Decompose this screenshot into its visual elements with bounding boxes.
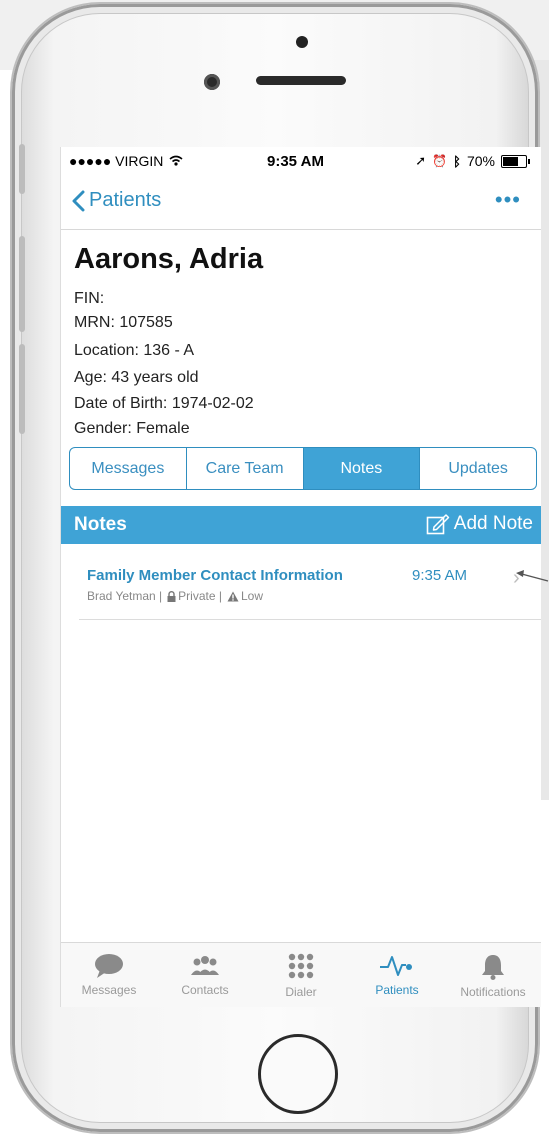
- tabbar-contacts[interactable]: Contacts: [157, 943, 253, 1007]
- mute-switch: [19, 144, 25, 194]
- carrier-signal: ●●●●● VIRGIN: [69, 153, 183, 169]
- phone-frame: ●●●●● VIRGIN 9:35 AM ➚ ⏰ ᛒ 70% Patients …: [12, 4, 541, 1132]
- compose-icon: [426, 514, 450, 535]
- annotation-arrow-icon: [516, 570, 549, 582]
- tabbar-label: Contacts: [181, 983, 229, 997]
- tabbar-dialer[interactable]: Dialer: [253, 943, 349, 1007]
- add-note-label: Add Note: [453, 513, 533, 534]
- tabbar-label: Patients: [375, 983, 419, 997]
- tabbar-label: Messages: [81, 983, 137, 997]
- tabbar-patients[interactable]: Patients: [349, 943, 445, 1007]
- navigation-bar: Patients •••: [61, 177, 541, 230]
- patient-gender: Gender: Female: [74, 420, 190, 437]
- back-label: Patients: [89, 189, 162, 211]
- status-bar: ●●●●● VIRGIN 9:35 AM ➚ ⏰ ᛒ 70%: [61, 147, 541, 175]
- chat-bubble-icon: [95, 954, 123, 978]
- more-options-button[interactable]: •••: [495, 187, 521, 213]
- note-priority: Low: [240, 589, 263, 603]
- keypad-icon: [288, 953, 314, 979]
- note-privacy: Private |: [178, 589, 222, 603]
- note-title: Family Member Contact Information: [87, 567, 343, 584]
- warning-icon: [227, 591, 239, 601]
- battery-percent: 70%: [466, 153, 495, 169]
- patient-tabs: Messages Care Team Notes Updates: [69, 447, 537, 490]
- home-button[interactable]: [258, 1034, 338, 1114]
- tab-notes[interactable]: Notes: [303, 448, 421, 489]
- note-time: 9:35 AM: [412, 567, 468, 584]
- notes-section-title: Notes: [74, 514, 127, 535]
- add-note-button[interactable]: Add Note: [426, 513, 533, 535]
- patient-name: Aarons, Adria: [74, 243, 264, 275]
- app-screen: ●●●●● VIRGIN 9:35 AM ➚ ⏰ ᛒ 70% Patients …: [60, 147, 541, 1007]
- heartbeat-icon: [380, 956, 412, 976]
- patient-age: Age: 43 years old: [74, 369, 199, 386]
- patient-mrn: MRN: 107585: [74, 314, 173, 331]
- tabbar-label: Notifications: [460, 985, 526, 999]
- earpiece-speaker: [256, 76, 346, 85]
- proximity-sensor: [296, 36, 308, 48]
- bell-icon: [482, 955, 504, 980]
- people-icon: [191, 956, 219, 975]
- bluetooth-icon: ᛒ: [453, 153, 461, 169]
- tab-messages[interactable]: Messages: [70, 448, 187, 489]
- status-time: 9:35 AM: [267, 153, 324, 170]
- volume-up-button: [19, 236, 25, 332]
- note-list-item[interactable]: Family Member Contact Information Brad Y…: [79, 557, 541, 620]
- bottom-tab-bar: Messages Contacts Dialer Patients Notifi…: [61, 942, 541, 1007]
- back-button[interactable]: Patients: [71, 189, 161, 212]
- location-arrow-icon: ➚: [415, 153, 427, 168]
- patient-location: Location: 136 - A: [74, 342, 195, 359]
- volume-down-button: [19, 344, 25, 434]
- tabbar-notifications[interactable]: Notifications: [445, 943, 541, 1007]
- patient-dob: Date of Birth: 1974-02-02: [74, 395, 254, 412]
- tab-care-team[interactable]: Care Team: [187, 448, 304, 489]
- notes-header: Notes Add Note: [61, 506, 541, 544]
- wifi-icon: [169, 155, 183, 166]
- carrier-label: ●●●●● VIRGIN: [69, 153, 164, 169]
- lock-icon: [167, 590, 176, 602]
- status-indicators: ➚ ⏰ ᛒ 70%: [415, 153, 530, 169]
- patient-fin: FIN:: [74, 290, 105, 307]
- note-author: Brad Yetman |: [87, 589, 163, 603]
- tabbar-messages[interactable]: Messages: [61, 943, 157, 1007]
- alarm-icon: ⏰: [432, 154, 448, 168]
- battery-icon: [501, 154, 530, 168]
- tabbar-label: Dialer: [285, 985, 317, 999]
- chevron-left-icon: [72, 190, 85, 211]
- front-camera: [204, 74, 220, 90]
- tab-updates[interactable]: Updates: [420, 448, 536, 489]
- note-meta: Brad Yetman | Private | Low: [87, 589, 263, 603]
